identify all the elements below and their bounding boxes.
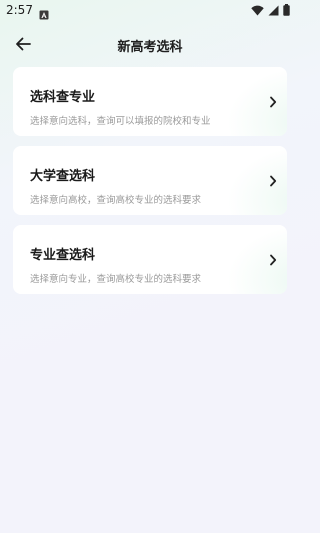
chevron-right-icon	[267, 146, 279, 215]
card-title: 大学查选科	[30, 169, 96, 184]
card-subtitle: 选择意向选科，查询可以填报的院校和专业	[30, 116, 211, 127]
card-university-to-subject[interactable]: 大学查选科 选择意向高校，查询高校专业的选科要求	[13, 146, 287, 215]
wifi-icon	[251, 1, 264, 20]
chevron-right-icon	[267, 67, 279, 136]
card-major-to-subject[interactable]: 专业查选科 选择意向专业，查询高校专业的选科要求	[13, 225, 287, 294]
battery-icon	[283, 1, 290, 20]
app-notification-icon	[39, 5, 49, 20]
header: 新高考选科	[0, 30, 300, 60]
page-title: 新高考选科	[117, 40, 183, 55]
chevron-right-icon	[267, 225, 279, 294]
card-subtitle: 选择意向专业，查询高校专业的选科要求	[30, 274, 202, 285]
status-time: 2:57	[6, 3, 33, 17]
card-title: 选科查专业	[30, 90, 96, 105]
card-subject-to-major[interactable]: 选科查专业 选择意向选科，查询可以填报的院校和专业	[13, 67, 287, 136]
status-icons	[251, 3, 290, 16]
status-bar: 2:57	[0, 0, 300, 22]
card-subtitle: 选择意向高校，查询高校专业的选科要求	[30, 195, 202, 206]
signal-icon	[268, 1, 279, 20]
card-title: 专业查选科	[30, 248, 96, 263]
